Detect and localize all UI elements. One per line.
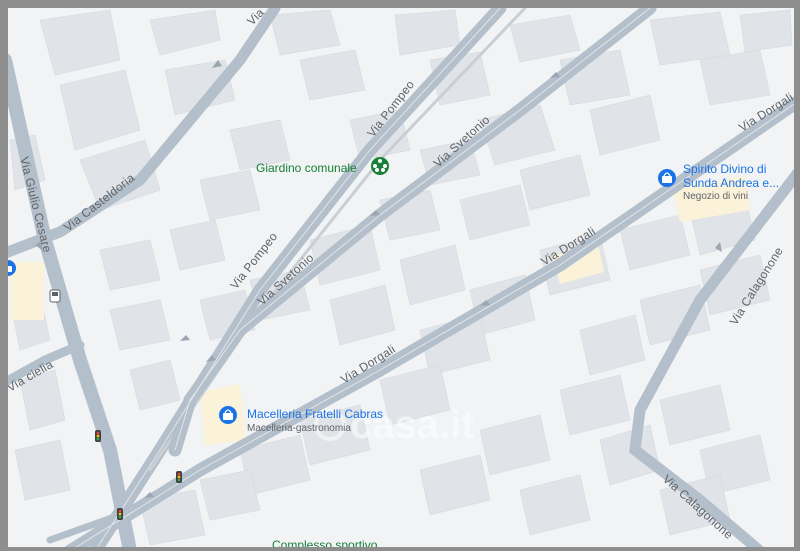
bus-stop-icon[interactable] <box>49 289 61 303</box>
poi-complesso-sportivo[interactable]: Complesso sportivo <box>272 538 378 547</box>
poi-spirito-divino-title-line2: Sunda Andrea e... <box>683 176 779 190</box>
traffic-light-icon <box>176 471 182 483</box>
poi-spirito-divino-title-line1: Spirito Divino di <box>683 162 766 176</box>
shopping-bag-icon <box>658 169 676 187</box>
poi-spirito-divino-subtitle: Negozio di vini <box>683 191 748 202</box>
map-canvas[interactable]: casa.it Via Giulio Cesare Via Casteldori… <box>8 8 794 547</box>
shopping-bag-icon <box>219 406 237 424</box>
poi-macelleria-cabras-title: Macelleria Fratelli Cabras <box>247 407 383 421</box>
poi-complesso-sportivo-label: Complesso sportivo <box>272 538 378 547</box>
poi-giardino-comunale-label: Giardino comunale <box>256 161 357 175</box>
poi-macelleria-cabras-subtitle: Macelleria-gastronomia <box>247 423 351 434</box>
map-frame: casa.it Via Giulio Cesare Via Casteldori… <box>0 0 800 551</box>
traffic-light-icon <box>95 430 101 442</box>
park-icon <box>371 157 389 175</box>
traffic-light-icon <box>117 508 123 520</box>
